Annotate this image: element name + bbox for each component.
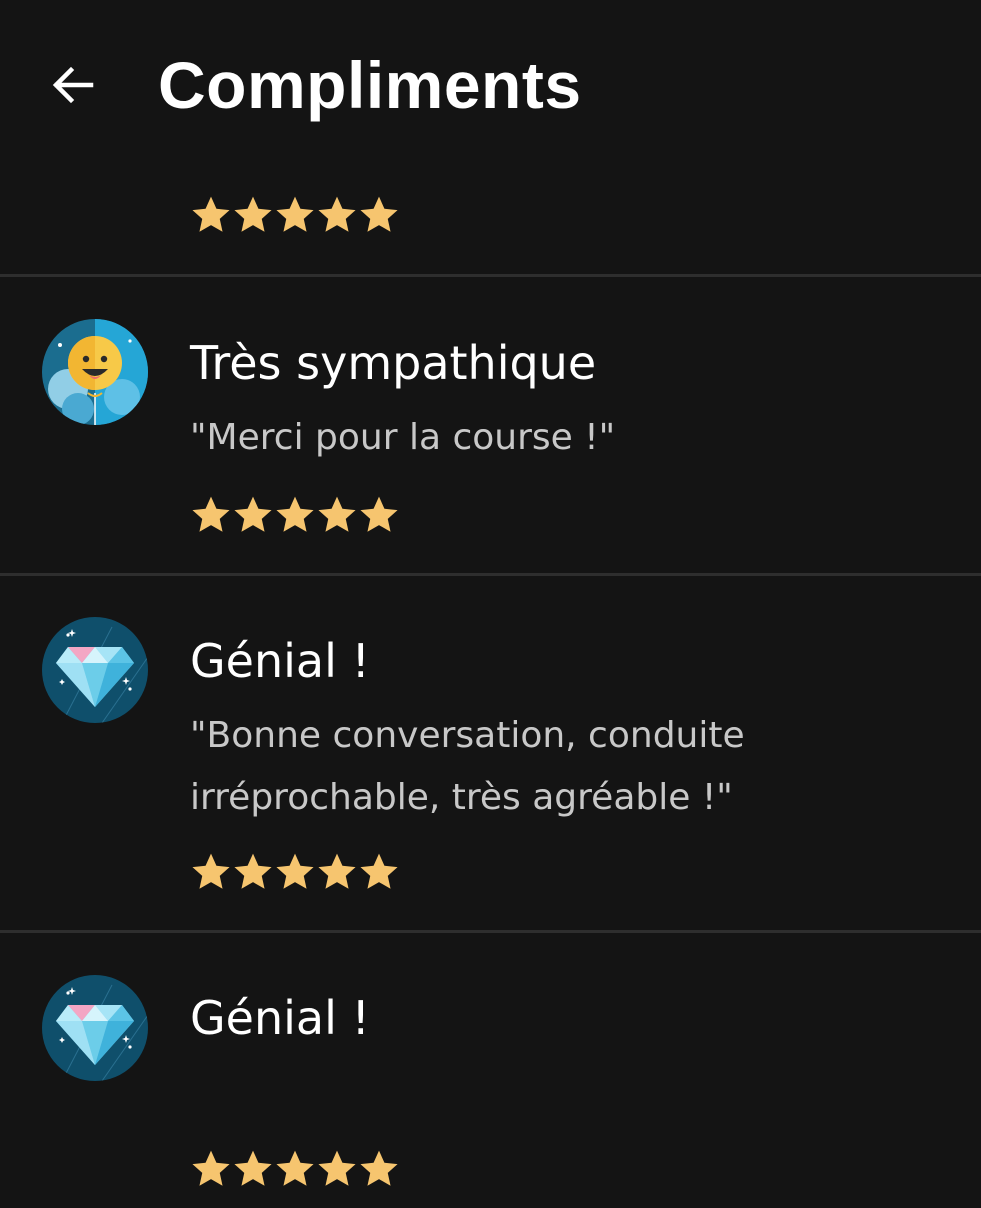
star-rating: [190, 1148, 400, 1190]
star-rating: [190, 851, 400, 893]
compliment-quote: "Bonne conversation, conduite irréprocha…: [190, 715, 745, 818]
star-icon: [192, 1150, 230, 1186]
star-icon: [276, 1150, 314, 1186]
star-icon: [318, 196, 356, 232]
star-icon: [276, 496, 314, 532]
star-icon: [360, 853, 398, 889]
star-icon: [234, 496, 272, 532]
star-icon: [318, 853, 356, 889]
compliment-card: Génial !: [0, 933, 981, 1208]
diamond-icon: [42, 617, 148, 723]
badge: [42, 975, 148, 1081]
diamond-icon: [42, 975, 148, 1081]
star-rating: [190, 494, 400, 536]
compliment-title: Très sympathique: [190, 336, 597, 390]
star-icon: [360, 1150, 398, 1186]
compliment-card: Très sympathique "Merci pour la course !…: [0, 277, 981, 573]
star-icon: [234, 1150, 272, 1186]
compliment-quote: "Merci pour la course !": [190, 417, 616, 458]
header: Compliments: [0, 0, 981, 170]
smiley-balloon-icon: [42, 319, 148, 425]
star-icon: [192, 196, 230, 232]
star-icon: [234, 196, 272, 232]
star-icon: [192, 853, 230, 889]
badge: [42, 617, 148, 723]
star-icon: [318, 1150, 356, 1186]
star-icon: [192, 496, 230, 532]
top-star-rating: [190, 194, 400, 236]
star-icon: [276, 853, 314, 889]
star-icon: [234, 853, 272, 889]
star-icon: [360, 196, 398, 232]
compliment-card: Génial ! "Bonne conversation, conduite i…: [0, 576, 981, 930]
arrow-left-icon: [52, 66, 94, 104]
page-title: Compliments: [158, 48, 582, 122]
badge: [42, 319, 148, 425]
star-icon: [318, 496, 356, 532]
star-icon: [360, 496, 398, 532]
compliment-title: Génial !: [190, 991, 370, 1045]
compliment-title: Génial !: [190, 634, 370, 688]
star-icon: [276, 196, 314, 232]
back-button[interactable]: [40, 52, 106, 118]
